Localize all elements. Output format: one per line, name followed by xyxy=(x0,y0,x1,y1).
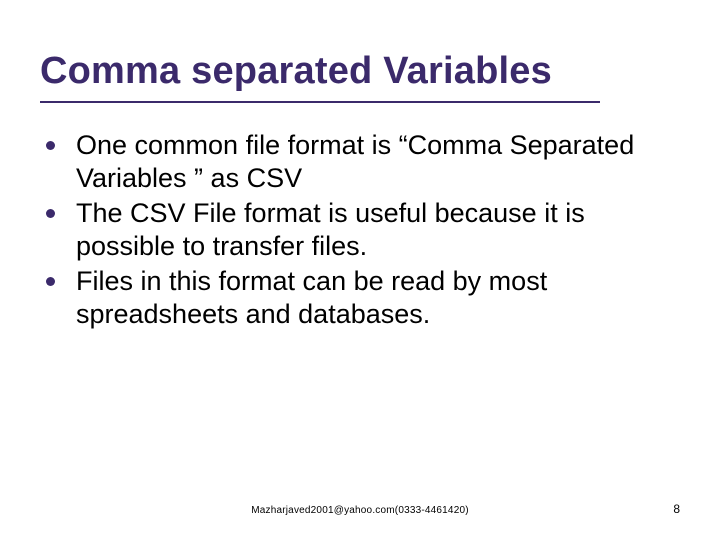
slide: Comma separated Variables One common fil… xyxy=(0,0,720,540)
slide-title: Comma separated Variables xyxy=(40,50,680,93)
page-number: 8 xyxy=(673,502,680,516)
bullet-text: One common file format is “Comma Separat… xyxy=(76,130,634,193)
list-item: Files in this format can be read by most… xyxy=(40,265,680,331)
bullet-icon xyxy=(46,277,55,286)
bullet-icon xyxy=(46,141,55,150)
bullet-icon xyxy=(46,209,55,218)
list-item: The CSV File format is useful because it… xyxy=(40,197,680,263)
title-underline xyxy=(40,101,600,103)
bullet-text: The CSV File format is useful because it… xyxy=(76,198,585,261)
bullet-list: One common file format is “Comma Separat… xyxy=(40,129,680,331)
footer-contact: Mazharjaved2001@yahoo.com(0333-4461420) xyxy=(0,505,720,516)
bullet-text: Files in this format can be read by most… xyxy=(76,266,547,329)
list-item: One common file format is “Comma Separat… xyxy=(40,129,680,195)
